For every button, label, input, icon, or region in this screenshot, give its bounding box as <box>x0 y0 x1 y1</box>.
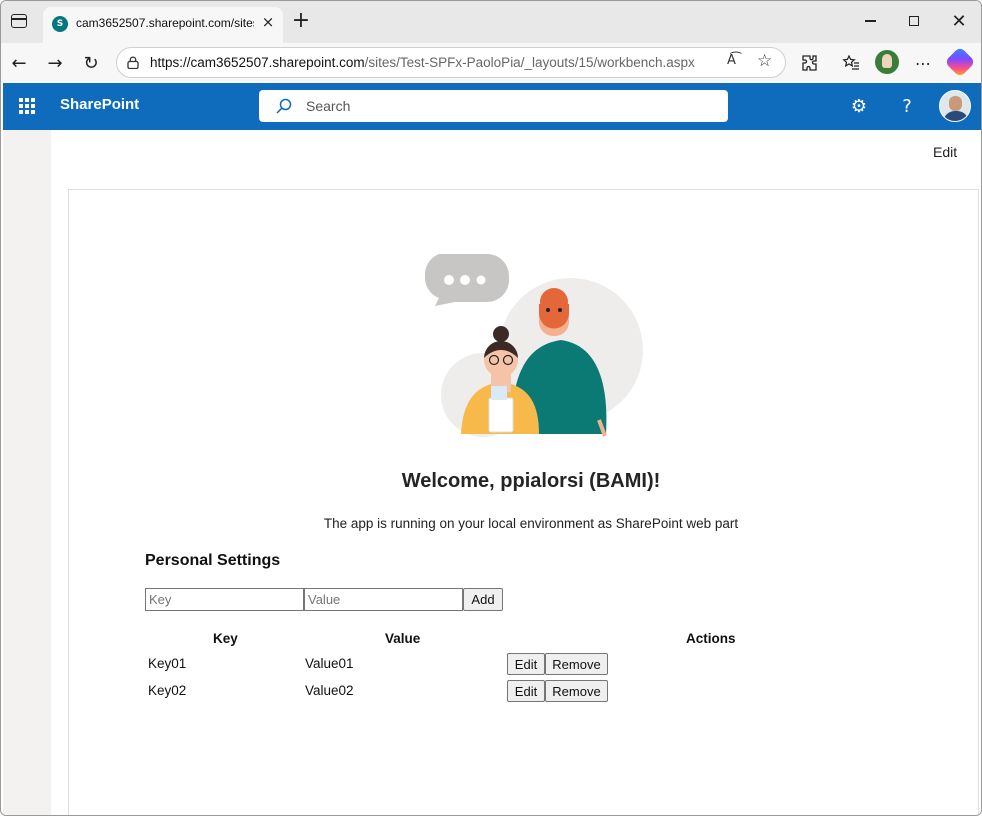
address-bar[interactable]: https://cam3652507.sharepoint.com/sites/… <box>116 47 786 78</box>
close-tab-icon[interactable]: × <box>260 14 276 30</box>
browser-window: S cam3652507.sharepoint.com/sites/Test-S… <box>0 0 982 816</box>
workbench-canvas: Welcome, ppialorsi (BAMI)! The app is ru… <box>68 189 979 815</box>
search-box[interactable]: Search <box>259 90 728 122</box>
personal-settings-title: Personal Settings <box>145 552 281 569</box>
remove-row-button[interactable]: Remove <box>545 680 608 702</box>
welcome-illustration <box>424 254 643 437</box>
back-icon[interactable]: ← <box>7 51 31 75</box>
key-input[interactable] <box>145 588 304 611</box>
column-header-key: Key <box>213 631 238 646</box>
url-path: /sites/Test-SPFx-PaoloPia/_layouts/15/wo… <box>364 55 695 70</box>
tab-strip: S cam3652507.sharepoint.com/sites/Test-S… <box>1 1 981 43</box>
help-icon[interactable]: ? <box>896 95 918 117</box>
add-button[interactable]: Add <box>463 588 503 611</box>
row-value: Value02 <box>305 683 354 698</box>
browser-tab[interactable]: S cam3652507.sharepoint.com/sites/Test-S… <box>43 7 283 43</box>
welcome-heading: Welcome, ppialorsi (BAMI)! <box>401 470 661 492</box>
sharepoint-favicon-icon: S <box>52 16 68 32</box>
new-tab-icon[interactable]: + <box>291 10 311 32</box>
forward-icon[interactable]: → <box>43 51 67 75</box>
url-text[interactable]: https://cam3652507.sharepoint.com/sites/… <box>150 55 695 70</box>
search-placeholder: Search <box>306 98 351 114</box>
maximize-icon[interactable] <box>904 11 924 31</box>
row-key: Key02 <box>148 683 187 698</box>
browser-toolbar: ← → ↻ https://cam3652507.sharepoint.com/… <box>1 43 981 83</box>
extensions-icon[interactable] <box>798 51 822 75</box>
app-launcher-icon[interactable] <box>19 98 35 114</box>
edit-button[interactable]: Edit <box>933 144 957 160</box>
read-aloud-icon[interactable]: A͡ <box>727 53 736 68</box>
column-header-value: Value <box>385 631 421 646</box>
tab-title: cam3652507.sharepoint.com/sites/Test-SPF… <box>76 16 254 30</box>
lock-icon[interactable] <box>127 56 139 69</box>
welcome-subtitle: The app is running on your local environ… <box>323 516 739 531</box>
more-options-icon[interactable]: ⋯ <box>911 51 935 75</box>
tab-actions-icon[interactable] <box>11 14 27 28</box>
profile-avatar[interactable] <box>875 50 899 74</box>
minimize-icon[interactable] <box>860 11 880 31</box>
refresh-icon[interactable]: ↻ <box>79 51 103 75</box>
edit-row-button[interactable]: Edit <box>507 653 545 675</box>
favorites-icon[interactable] <box>839 51 863 75</box>
left-rail <box>3 130 51 815</box>
remove-row-button[interactable]: Remove <box>545 653 608 675</box>
copilot-icon[interactable] <box>944 46 976 78</box>
favorite-star-icon[interactable]: ☆ <box>757 51 772 71</box>
settings-gear-icon[interactable]: ⚙ <box>848 95 870 117</box>
row-value: Value01 <box>305 656 354 671</box>
sharepoint-header: SharePoint Search ⚙ ? <box>3 83 981 130</box>
value-input[interactable] <box>304 588 463 611</box>
url-host: https://cam3652507.sharepoint.com <box>150 55 365 70</box>
user-avatar[interactable] <box>939 90 971 122</box>
column-header-actions: Actions <box>686 631 736 646</box>
close-window-icon[interactable]: ✕ <box>949 11 969 32</box>
row-key: Key01 <box>148 656 187 671</box>
sharepoint-brand[interactable]: SharePoint <box>60 96 139 113</box>
search-icon <box>276 98 292 114</box>
edit-row-button[interactable]: Edit <box>507 680 545 702</box>
